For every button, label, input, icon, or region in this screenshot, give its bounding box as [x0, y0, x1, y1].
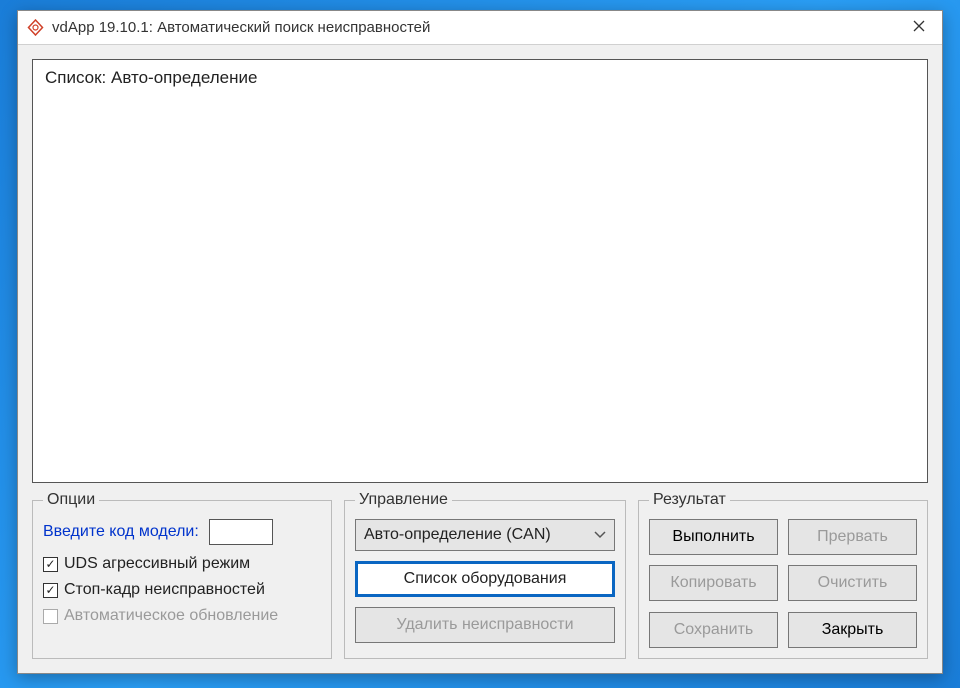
- result-group: Результат Выполнить Прервать Копировать …: [638, 491, 928, 659]
- model-code-row: Введите код модели:: [43, 519, 321, 545]
- list-header: Список: Авто-определение: [45, 68, 915, 88]
- checkbox-autoupdate: [43, 609, 58, 624]
- checkbox-uds-row[interactable]: ✓ UDS агрессивный режим: [43, 555, 321, 573]
- app-window: vdApp 19.10.1: Автоматический поиск неис…: [17, 10, 943, 674]
- checkbox-stopframe[interactable]: ✓: [43, 583, 58, 598]
- close-window-button[interactable]: Закрыть: [788, 612, 917, 648]
- checkbox-autoupdate-label: Автоматическое обновление: [64, 607, 278, 625]
- content-area: Список: Авто-определение Опции Введите к…: [18, 45, 942, 673]
- titlebar[interactable]: vdApp 19.10.1: Автоматический поиск неис…: [18, 11, 942, 45]
- checkbox-autoupdate-row: Автоматическое обновление: [43, 607, 321, 625]
- clear-button: Очистить: [788, 565, 917, 601]
- abort-button: Прервать: [788, 519, 917, 555]
- close-button[interactable]: [896, 11, 942, 45]
- model-code-label: Введите код модели:: [43, 523, 199, 541]
- close-icon: [913, 19, 925, 36]
- app-icon: [26, 19, 44, 37]
- equipment-list-button[interactable]: Список оборудования: [355, 561, 615, 597]
- result-legend: Результат: [649, 491, 730, 509]
- checkbox-stopframe-row[interactable]: ✓ Стоп-кадр неисправностей: [43, 581, 321, 599]
- options-legend: Опции: [43, 491, 99, 509]
- window-title: vdApp 19.10.1: Автоматический поиск неис…: [52, 19, 896, 36]
- copy-button: Копировать: [649, 565, 778, 601]
- checkbox-stopframe-label: Стоп-кадр неисправностей: [64, 581, 265, 599]
- model-code-input[interactable]: [209, 519, 273, 545]
- detection-mode-dropdown[interactable]: Авто-определение (CAN): [355, 519, 615, 551]
- execute-button[interactable]: Выполнить: [649, 519, 778, 555]
- options-group: Опции Введите код модели: ✓ UDS агрессив…: [32, 491, 332, 659]
- save-button: Сохранить: [649, 612, 778, 648]
- chevron-down-icon: [594, 528, 606, 542]
- bottom-panels: Опции Введите код модели: ✓ UDS агрессив…: [32, 491, 928, 659]
- result-buttons-grid: Выполнить Прервать Копировать Очистить С…: [649, 519, 917, 648]
- control-legend: Управление: [355, 491, 452, 509]
- fault-list[interactable]: Список: Авто-определение: [32, 59, 928, 483]
- control-group: Управление Авто-определение (CAN) Список…: [344, 491, 626, 659]
- checkbox-uds-label: UDS агрессивный режим: [64, 555, 250, 573]
- checkbox-uds[interactable]: ✓: [43, 557, 58, 572]
- delete-faults-button: Удалить неисправности: [355, 607, 615, 643]
- dropdown-value: Авто-определение (CAN): [364, 526, 551, 544]
